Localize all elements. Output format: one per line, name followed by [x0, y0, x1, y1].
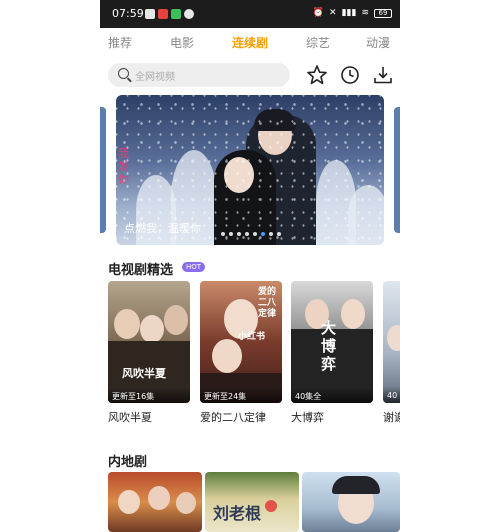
featured-banner[interactable]: 我 发 你 点燃我，温暖你 — [116, 95, 384, 245]
alarm-icon: ⏰ — [312, 8, 325, 18]
show-poster: 大博弈 40集全 — [291, 281, 373, 403]
notification-icons — [145, 9, 194, 19]
carousel-indicator — [221, 232, 281, 236]
download-icon — [374, 67, 392, 84]
carousel-dot[interactable] — [237, 232, 241, 236]
poster-figure — [212, 339, 242, 373]
tab-variety[interactable]: 综艺 — [306, 34, 330, 51]
poster-figure — [118, 490, 140, 514]
show-poster: 40 — [383, 281, 400, 403]
section-title-mainland: 内地剧 — [108, 455, 148, 470]
poster-watermark: 小红书 — [238, 332, 266, 342]
hot-badge: HOT — [182, 262, 206, 272]
tab-tv-series[interactable]: 连续剧 — [232, 34, 268, 51]
poster-hair — [332, 476, 380, 494]
search-placeholder: 全网视频 — [135, 72, 175, 83]
poster-title: 刘老根 — [213, 504, 262, 523]
section-title-featured: 电视剧精选 — [108, 263, 174, 278]
poster-figure — [176, 492, 196, 514]
app-notification-icon — [158, 9, 168, 19]
carousel-next-peek[interactable] — [394, 107, 400, 233]
carousel-dot[interactable] — [221, 232, 225, 236]
show-poster[interactable] — [108, 472, 202, 532]
poster-figure — [341, 299, 365, 329]
poster-figure — [140, 315, 164, 343]
show-name: 风吹半夏 — [108, 411, 152, 424]
poster-title: 大博弈 — [321, 319, 337, 373]
poster-title: 爱的二八定律 — [258, 287, 277, 319]
favorite-button[interactable] — [305, 63, 329, 87]
mute-icon: ✕ — [329, 8, 337, 18]
status-time: 07:59 — [112, 7, 144, 20]
search-input[interactable]: 全网视频 — [108, 63, 290, 87]
download-button[interactable] — [371, 63, 395, 87]
status-bar: 07:59 ⏰ ✕ ▮▮▮ ≋ 69 — [100, 0, 400, 28]
app-notification-icon — [184, 9, 194, 19]
carousel-dot[interactable] — [229, 232, 233, 236]
tab-recommend[interactable]: 推荐 — [108, 34, 132, 51]
episode-badge: 40 — [383, 387, 400, 403]
tab-movie[interactable]: 电影 — [170, 34, 194, 51]
signal-icon: ▮▮▮ — [341, 8, 357, 18]
show-poster[interactable]: 刘老根 — [205, 472, 299, 532]
season-mark — [265, 500, 277, 512]
poster-figure — [387, 325, 400, 351]
poster-figure — [148, 486, 170, 510]
history-button[interactable] — [338, 63, 362, 87]
banner-caption: 点燃我，温暖你 — [124, 222, 201, 235]
episode-badge: 更新至16集 — [108, 387, 190, 403]
carousel-dot[interactable] — [245, 232, 249, 236]
show-card[interactable]: 风吹半夏 更新至16集 风吹半夏 — [108, 281, 190, 425]
show-name: 爱的二八定律 — [200, 411, 266, 424]
tab-anime[interactable]: 动漫 — [366, 34, 390, 51]
left-padding — [0, 0, 100, 532]
carousel-dot[interactable] — [277, 232, 281, 236]
poster-figure — [114, 309, 140, 339]
category-tabs: 推荐 电影 连续剧 综艺 动漫 — [100, 28, 400, 58]
episode-badge: 更新至24集 — [200, 387, 282, 403]
show-poster: 爱的二八定律 小红书 更新至24集 — [200, 281, 282, 403]
show-poster[interactable] — [302, 472, 400, 532]
carousel-dot[interactable] — [253, 232, 257, 236]
poster-figure — [164, 305, 188, 335]
clock-icon — [341, 66, 359, 84]
show-name: 大博弈 — [291, 411, 324, 424]
banner-poster-title: 我 发 你 — [118, 147, 129, 186]
show-card[interactable]: 爱的二八定律 小红书 更新至24集 爱的二八定律 — [200, 281, 282, 425]
show-name: 谢谢 — [383, 411, 400, 424]
phone-screen: 07:59 ⏰ ✕ ▮▮▮ ≋ 69 推荐 电影 连续剧 综艺 动漫 全网视频 — [100, 0, 400, 532]
show-poster: 风吹半夏 更新至16集 — [108, 281, 190, 403]
wifi-icon: ≋ — [361, 8, 369, 18]
battery-icon: 69 — [374, 8, 392, 18]
carousel-dot[interactable] — [269, 232, 273, 236]
poster-title: 风吹半夏 — [122, 367, 166, 380]
status-icons: ⏰ ✕ ▮▮▮ ≋ 69 — [313, 8, 392, 18]
show-card-partial[interactable]: 40 谢谢 — [383, 281, 400, 425]
app-notification-icon — [145, 9, 155, 19]
episode-badge: 40集全 — [291, 387, 373, 403]
carousel-dot-active[interactable] — [261, 232, 265, 236]
star-icon — [307, 65, 327, 85]
show-card[interactable]: 大博弈 40集全 大博弈 — [291, 281, 373, 425]
app-notification-icon — [171, 9, 181, 19]
search-icon — [118, 68, 129, 79]
right-padding — [400, 0, 500, 532]
carousel-prev-peek[interactable] — [100, 107, 106, 233]
